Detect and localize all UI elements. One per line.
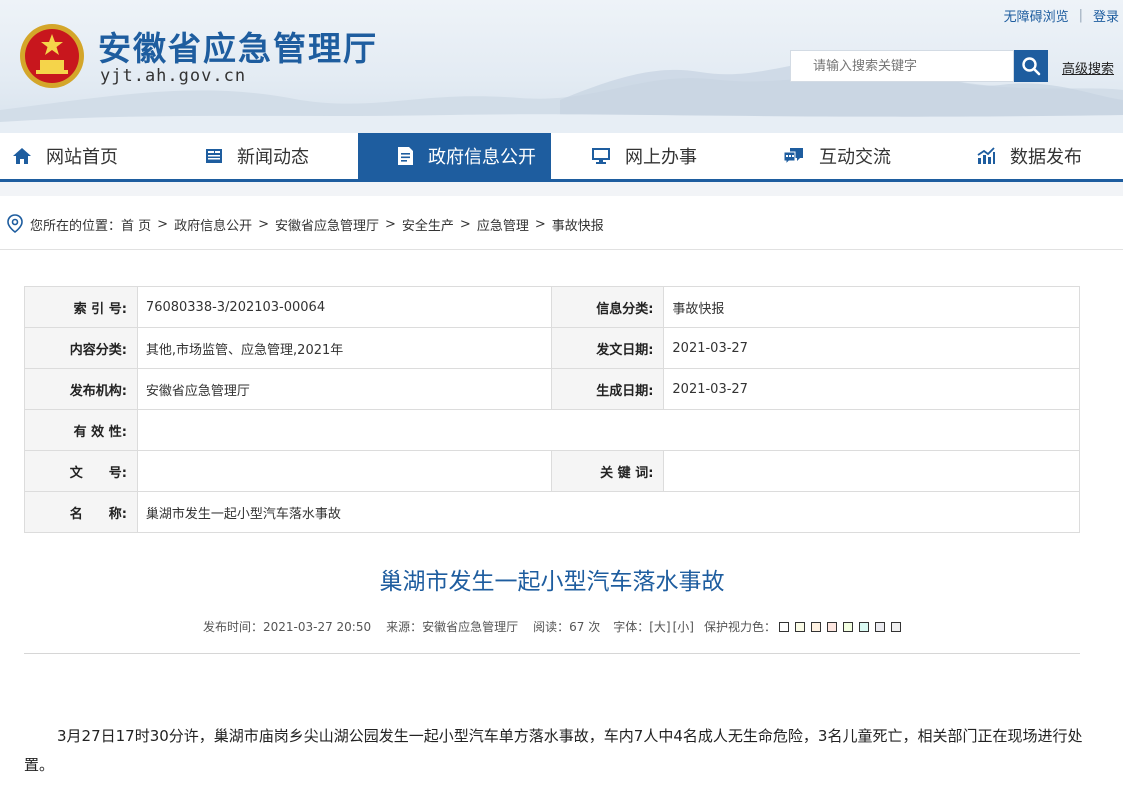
top-links-divider: | [1078,8,1083,23]
accessibility-link[interactable]: 无障碍浏览 [1004,6,1069,25]
breadcrumb-separator: > [534,216,546,232]
info-category-value: 事故快报 [663,286,1080,328]
issue-date-value: 2021-03-27 [663,327,1080,369]
name-value: 巢湖市发生一起小型汽车落水事故 [136,491,1081,533]
font-small-button[interactable]: [小] [673,618,694,635]
name-label: 名 称: [24,491,138,533]
nav-item-home[interactable]: 网站首页 [12,133,192,179]
eye-care-swatch-1[interactable] [779,621,790,632]
breadcrumb-item-home[interactable]: 首 页 [121,215,151,234]
article-source: 来源：安徽省应急管理厅 [386,620,519,634]
table-row: 文 号: 关 键 词: [24,450,1080,492]
content-category-label: 内容分类: [24,327,138,369]
search-icon [1022,57,1041,76]
breadcrumb-item-accident-report[interactable]: 事故快报 [552,215,604,234]
font-large-button[interactable]: [大] [649,618,670,635]
article-title: 巢湖市发生一起小型汽车落水事故 [379,569,725,595]
eye-care-swatch-5[interactable] [843,621,854,632]
breadcrumb-separator: > [459,216,471,232]
search-input[interactable] [790,50,1014,82]
breadcrumb-prefix: 您所在的位置： [30,218,122,234]
search-button[interactable] [1014,50,1048,82]
breadcrumb-item-emergency[interactable]: 应急管理 [477,215,529,234]
breadcrumb-separator: > [157,216,169,232]
site-domain: yjt.ah.gov.cn [100,66,247,86]
nav-item-label: 互动交流 [819,147,891,168]
news-icon [206,149,222,163]
nav-item-gov-info[interactable]: 政府信息公开 [358,133,551,179]
breadcrumb-item-gov-info[interactable]: 政府信息公开 [174,215,252,234]
nav-item-online-service[interactable]: 网上办事 [591,133,751,179]
table-row: 内容分类: 其他,市场监管、应急管理,2021年 发文日期: 2021-03-2… [24,327,1080,369]
chat-icon [783,148,803,165]
eye-care-label: 保护视力色： [704,620,777,634]
table-row: 发布机构: 安徽省应急管理厅 生成日期: 2021-03-27 [24,368,1080,410]
article-body: 3月27日17时30分许，巢湖市庙岗乡尖山湖公园发生一起小型汽车单方落水事故，车… [24,727,1083,774]
generated-date-value: 2021-03-27 [663,368,1080,410]
validity-value [136,409,1081,451]
article-divider [24,653,1080,654]
publisher-label: 发布机构: [24,368,138,410]
eye-care-swatch-2[interactable] [795,621,806,632]
nav-item-label: 数据发布 [1010,147,1082,168]
eye-care-swatch-6[interactable] [859,621,870,632]
info-category-label: 信息分类: [550,286,665,328]
monitor-icon [592,148,610,164]
nav-item-label: 网站首页 [46,147,118,168]
document-icon [398,147,413,165]
keywords-label: 关 键 词: [550,450,665,492]
advanced-search-link[interactable]: 高级搜索 [1062,58,1114,77]
breadcrumb-divider [0,249,1123,250]
chart-icon [977,147,995,164]
site-header: 安徽省应急管理厅 yjt.ah.gov.cn 无障碍浏览 | 登录 高级搜索 [0,0,1123,133]
read-count: 阅读：67 次 [533,620,601,634]
sub-bar [0,182,1123,196]
issue-date-label: 发文日期: [550,327,665,369]
doc-number-label: 文 号: [24,450,138,492]
nav-item-news[interactable]: 新闻动态 [205,133,355,179]
doc-number-value [136,450,552,492]
main-nav: 网站首页 新闻动态 政府信息公开 网上办事 互动交流 数据发布 [0,133,1123,179]
nav-item-interaction[interactable]: 互动交流 [783,133,943,179]
nav-item-label: 网上办事 [625,147,697,168]
table-row: 有 效 性: [24,409,1081,451]
eye-care-swatch-8[interactable] [891,621,902,632]
national-emblem-icon [20,24,84,88]
nav-item-label: 新闻动态 [237,147,309,168]
content-category-value: 其他,市场监管、应急管理,2021年 [136,327,552,369]
font-size-label: 字体： [613,620,650,634]
breadcrumb-item-department[interactable]: 安徽省应急管理厅 [275,215,379,234]
breadcrumb-separator: > [258,216,269,232]
generated-date-label: 生成日期: [550,368,665,410]
eye-care-swatch-4[interactable] [827,621,838,632]
home-icon [13,148,31,164]
table-row: 名 称: 巢湖市发生一起小型汽车落水事故 [24,491,1081,533]
publisher-value: 安徽省应急管理厅 [136,368,552,410]
table-row: 索 引 号: 76080338-3/202103-00064 信息分类: 事故快… [24,286,1080,328]
eye-care-swatch-3[interactable] [811,621,822,632]
top-links: 无障碍浏览 | 登录 [1004,6,1119,25]
location-pin-icon [7,214,23,233]
article-info-bar: 发布时间：2021-03-27 20:50 来源：安徽省应急管理厅 阅读：67 … [0,618,1104,635]
document-meta-table: 索 引 号: 76080338-3/202103-00064 信息分类: 事故快… [24,286,1081,533]
breadcrumb: 您所在的位置： 首 页 > 政府信息公开 > 安徽省应急管理厅 > 安全生产 >… [6,214,604,234]
nav-item-data-release[interactable]: 数据发布 [976,133,1116,179]
index-value: 76080338-3/202103-00064 [136,286,552,328]
eye-care-swatches [776,621,904,632]
breadcrumb-separator: > [385,216,396,232]
validity-label: 有 效 性: [24,409,138,451]
breadcrumb-item-safety[interactable]: 安全生产 [402,215,454,234]
login-link[interactable]: 登录 [1093,6,1119,25]
index-label: 索 引 号: [24,286,138,328]
nav-item-label: 政府信息公开 [428,147,536,168]
eye-care-swatch-7[interactable] [875,621,886,632]
publish-time: 发布时间：2021-03-27 20:50 [202,620,372,634]
site-title[interactable]: 安徽省应急管理厅 [98,22,378,70]
keywords-value [663,450,1080,492]
